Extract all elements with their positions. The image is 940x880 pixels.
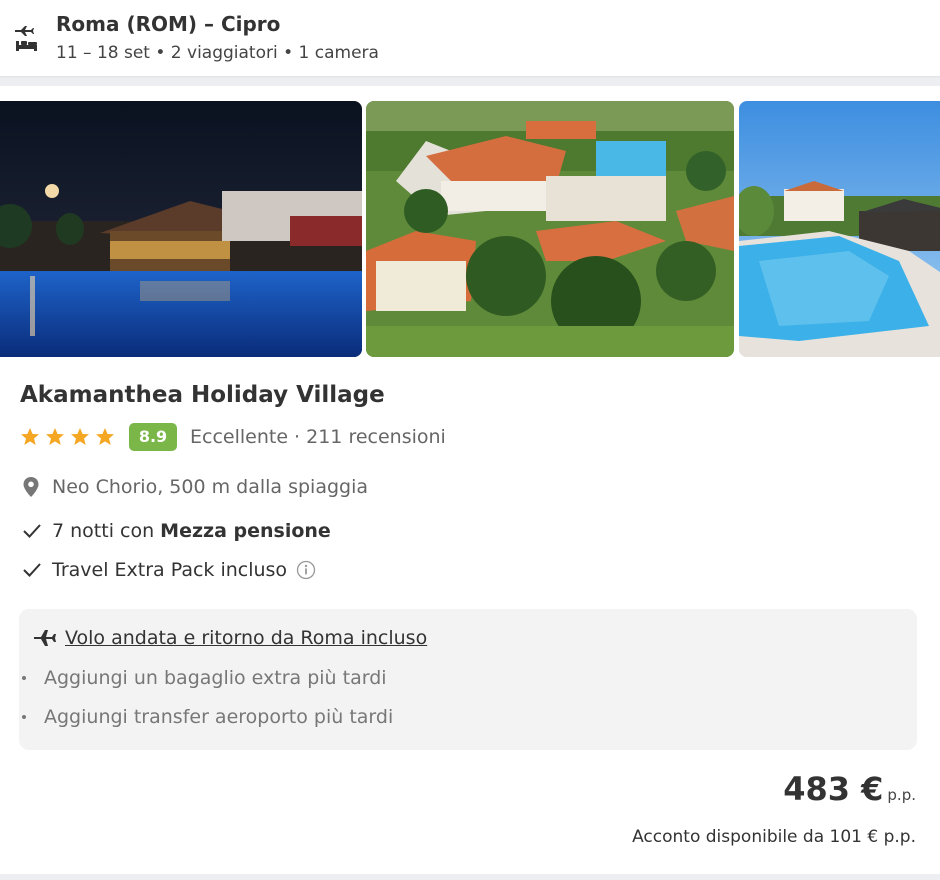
feature-board: 7 notti con Mezza pensione xyxy=(22,520,331,542)
price-row: 483 € p.p. xyxy=(783,770,916,808)
hotel-card[interactable]: Akamanthea Holiday Village 8.9 Eccellent… xyxy=(0,86,940,874)
checkmark-icon xyxy=(23,563,41,577)
trip-details: 11 – 18 set • 2 viaggiatori • 1 camera xyxy=(56,43,379,63)
star-icon xyxy=(46,428,64,445)
flight-included-link[interactable]: Volo andata e ritorno da Roma incluso xyxy=(65,627,427,649)
addon-text: Aggiungi transfer aeroporto più tardi xyxy=(44,706,394,728)
checkmark-icon xyxy=(23,524,41,538)
hotel-location: Neo Chorio, 500 m dalla spiaggia xyxy=(52,476,369,498)
review-summary[interactable]: Eccellente · 211 recensioni xyxy=(190,426,446,448)
star-icon xyxy=(21,428,39,445)
star-icon xyxy=(71,428,89,445)
extra-pack-text: Travel Extra Pack incluso xyxy=(52,559,288,581)
search-summary-bar[interactable]: Roma (ROM) – Cipro 11 – 18 set • 2 viagg… xyxy=(0,0,940,76)
airplane-icon xyxy=(34,630,56,646)
addon-item: Aggiungi un bagaglio extra più tardi xyxy=(22,667,387,689)
info-icon[interactable] xyxy=(296,560,316,580)
hotel-name[interactable]: Akamanthea Holiday Village xyxy=(20,382,385,408)
bullet-icon xyxy=(22,715,26,719)
feature-extra-pack: Travel Extra Pack incluso xyxy=(22,559,316,581)
flight-hotel-icon xyxy=(15,26,37,51)
rating-row: 8.9 Eccellente · 211 recensioni xyxy=(20,423,446,451)
hotel-photo-aerial-resort-view[interactable] xyxy=(366,101,734,357)
review-score-badge: 8.9 xyxy=(129,423,177,451)
price-amount: 483 € xyxy=(783,770,884,808)
star-icon xyxy=(96,428,114,445)
addon-item: Aggiungi transfer aeroporto più tardi xyxy=(22,706,393,728)
star-rating xyxy=(20,427,115,447)
hotel-photo-pool-daytime[interactable] xyxy=(739,101,940,357)
location-row: Neo Chorio, 500 m dalla spiaggia xyxy=(22,476,368,498)
hotel-photo-pool-bar-night[interactable] xyxy=(0,101,362,357)
nights-board-text: 7 notti con Mezza pensione xyxy=(52,520,331,542)
location-pin-icon xyxy=(23,477,39,497)
deposit-info: Acconto disponibile da 101 € p.p. xyxy=(632,827,916,847)
price-unit: p.p. xyxy=(887,786,916,804)
bullet-icon xyxy=(22,676,26,680)
photo-gallery[interactable] xyxy=(0,101,940,357)
addon-text: Aggiungi un bagaglio extra più tardi xyxy=(44,667,387,689)
flight-row: Volo andata e ritorno da Roma incluso xyxy=(33,627,427,649)
board-type: Mezza pensione xyxy=(160,520,331,542)
trip-route: Roma (ROM) – Cipro xyxy=(56,12,281,36)
nights-prefix: 7 notti con xyxy=(52,520,155,542)
